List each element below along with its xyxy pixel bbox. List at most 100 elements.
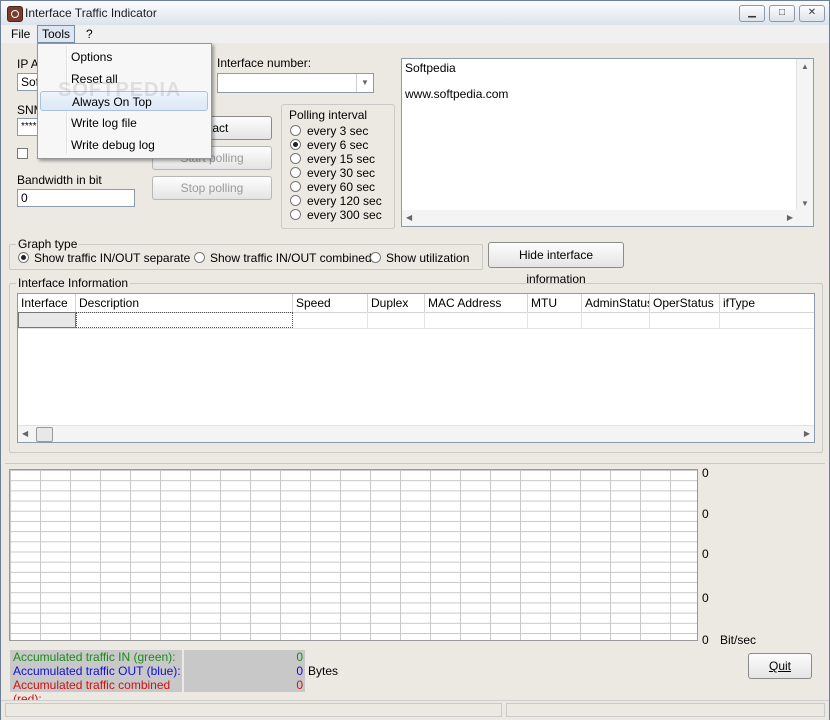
table-row[interactable] xyxy=(18,312,814,329)
interface-number-label: Interface number: xyxy=(217,56,312,70)
status-panel-left xyxy=(5,703,502,717)
axis-value: 0 xyxy=(702,547,709,561)
radio-button[interactable] xyxy=(194,252,205,263)
radio-button[interactable] xyxy=(290,209,301,220)
polling-option-label: every 60 sec xyxy=(307,180,376,194)
app-window: Interface Traffic Indicator ▁ □ ✕ File T… xyxy=(0,0,830,720)
graph-type-title: Graph type xyxy=(16,237,80,251)
radio-button-selected[interactable] xyxy=(290,139,301,150)
radio-button[interactable] xyxy=(290,167,301,178)
polling-option-label: every 15 sec xyxy=(307,152,376,166)
polling-option-label: every 6 sec xyxy=(307,138,369,152)
menu-help[interactable]: ? xyxy=(82,26,97,42)
info-line-2: www.softpedia.com xyxy=(405,87,509,101)
interface-table[interactable]: Interface Description Speed Duplex MAC A… xyxy=(17,293,815,443)
graph-option-label: Show traffic IN/OUT combined xyxy=(210,251,372,265)
watermark: SOFTPEDIA xyxy=(58,79,182,101)
traffic-out-label: Accumulated traffic OUT (blue): xyxy=(10,664,182,678)
table-cell[interactable] xyxy=(650,312,720,328)
horizontal-scrollbar[interactable]: ◀ ▶ xyxy=(402,210,797,226)
info-textbox[interactable]: Softpedia www.softpedia.com ▲ ▼ ◀ ▶ xyxy=(401,58,814,227)
polling-option-label: every 30 sec xyxy=(307,166,376,180)
radio-button[interactable] xyxy=(290,125,301,136)
vertical-scrollbar[interactable]: ▲ ▼ xyxy=(796,59,813,226)
table-header: Interface Description Speed Duplex MAC A… xyxy=(18,294,814,313)
graph-option-label: Show traffic IN/OUT separate xyxy=(34,251,191,265)
table-cell[interactable] xyxy=(76,312,293,328)
table-cell[interactable] xyxy=(528,312,582,328)
polling-option-label: every 300 sec xyxy=(307,208,382,222)
graph-type-group: Graph type Show traffic IN/OUT separate … xyxy=(9,237,483,270)
table-cell[interactable] xyxy=(368,312,425,328)
column-header[interactable]: Interface xyxy=(18,294,76,312)
column-header[interactable]: OperStatus xyxy=(650,294,720,312)
maximize-button[interactable]: □ xyxy=(769,5,795,22)
radio-button[interactable] xyxy=(290,195,301,206)
traffic-graph xyxy=(9,469,698,641)
title-bar: Interface Traffic Indicator ▁ □ ✕ xyxy=(1,1,829,26)
close-button[interactable]: ✕ xyxy=(799,5,825,22)
scroll-thumb[interactable] xyxy=(36,427,53,442)
column-header[interactable]: AdminStatus xyxy=(582,294,650,312)
tools-dropdown-menu: Options Reset all Always On Top Write lo… xyxy=(37,43,212,159)
app-icon xyxy=(7,6,23,22)
menu-item-write-debug-log[interactable]: Write debug log xyxy=(40,135,208,155)
traffic-combined-value: 0 xyxy=(184,678,305,692)
hide-interface-info-button[interactable]: Hide interface information xyxy=(488,242,624,286)
scroll-left-icon[interactable]: ◀ xyxy=(22,429,28,438)
minimize-button[interactable]: ▁ xyxy=(739,5,765,22)
polling-interval-title: Polling interval xyxy=(289,108,368,122)
interface-info-title: Interface Information xyxy=(16,276,131,290)
scroll-down-icon[interactable]: ▼ xyxy=(801,199,809,208)
axis-value: 0 xyxy=(702,591,709,605)
axis-value: 0 xyxy=(702,633,709,647)
scroll-right-icon[interactable]: ▶ xyxy=(787,213,793,222)
radio-button[interactable] xyxy=(290,181,301,192)
graph-unit-label: Bit/sec xyxy=(720,633,757,647)
traffic-combined-label: Accumulated traffic combined (red): xyxy=(10,678,182,706)
bytes-unit-label: Bytes xyxy=(308,664,339,678)
window-title: Interface Traffic Indicator xyxy=(25,6,157,20)
radio-button-selected[interactable] xyxy=(18,252,29,263)
scroll-up-icon[interactable]: ▲ xyxy=(801,62,809,71)
table-cell[interactable] xyxy=(582,312,650,328)
table-cell-selected[interactable] xyxy=(18,312,76,328)
ip-address-label: IP A xyxy=(17,57,39,71)
menu-bar: File Tools ? xyxy=(1,25,829,43)
radio-button[interactable] xyxy=(290,153,301,164)
table-cell[interactable] xyxy=(293,312,368,328)
traffic-out-value: 0 xyxy=(184,664,305,678)
traffic-in-value: 0 xyxy=(184,650,305,664)
bandwidth-input[interactable]: 0 xyxy=(17,189,135,207)
radio-button[interactable] xyxy=(370,252,381,263)
option-checkbox[interactable] xyxy=(17,148,28,159)
column-header[interactable]: MTU xyxy=(528,294,582,312)
menu-item-write-log-file[interactable]: Write log file xyxy=(40,113,208,133)
polling-interval-group: Polling interval every 3 sec every 6 sec… xyxy=(281,104,395,229)
menu-item-options[interactable]: Options xyxy=(40,47,208,67)
polling-option-label: every 120 sec xyxy=(307,194,382,208)
bandwidth-label: Bandwidth in bit xyxy=(17,173,102,187)
status-bar xyxy=(1,700,829,720)
column-header[interactable]: Speed xyxy=(293,294,368,312)
graph-option-label: Show utilization xyxy=(386,251,470,265)
interface-number-select[interactable]: ▼ xyxy=(217,73,374,93)
chevron-down-icon[interactable]: ▼ xyxy=(356,74,373,92)
column-header[interactable]: Duplex xyxy=(368,294,425,312)
table-horizontal-scrollbar[interactable]: ◀ ▶ xyxy=(18,425,814,442)
axis-value: 0 xyxy=(702,507,709,521)
column-header[interactable]: ifType xyxy=(720,294,814,312)
status-panel-right xyxy=(506,703,825,717)
scroll-left-icon[interactable]: ◀ xyxy=(406,213,412,222)
axis-value: 0 xyxy=(702,466,709,480)
traffic-in-label: Accumulated traffic IN (green): xyxy=(10,650,182,664)
column-header[interactable]: Description xyxy=(76,294,293,312)
column-header[interactable]: MAC Address xyxy=(425,294,528,312)
menu-tools[interactable]: Tools xyxy=(37,25,76,43)
info-line-1: Softpedia xyxy=(405,61,456,75)
menu-file[interactable]: File xyxy=(7,26,34,42)
stop-polling-button[interactable]: Stop polling xyxy=(152,176,272,200)
quit-button[interactable]: Quit xyxy=(748,653,812,679)
table-cell[interactable] xyxy=(425,312,528,328)
scroll-right-icon[interactable]: ▶ xyxy=(804,429,810,438)
